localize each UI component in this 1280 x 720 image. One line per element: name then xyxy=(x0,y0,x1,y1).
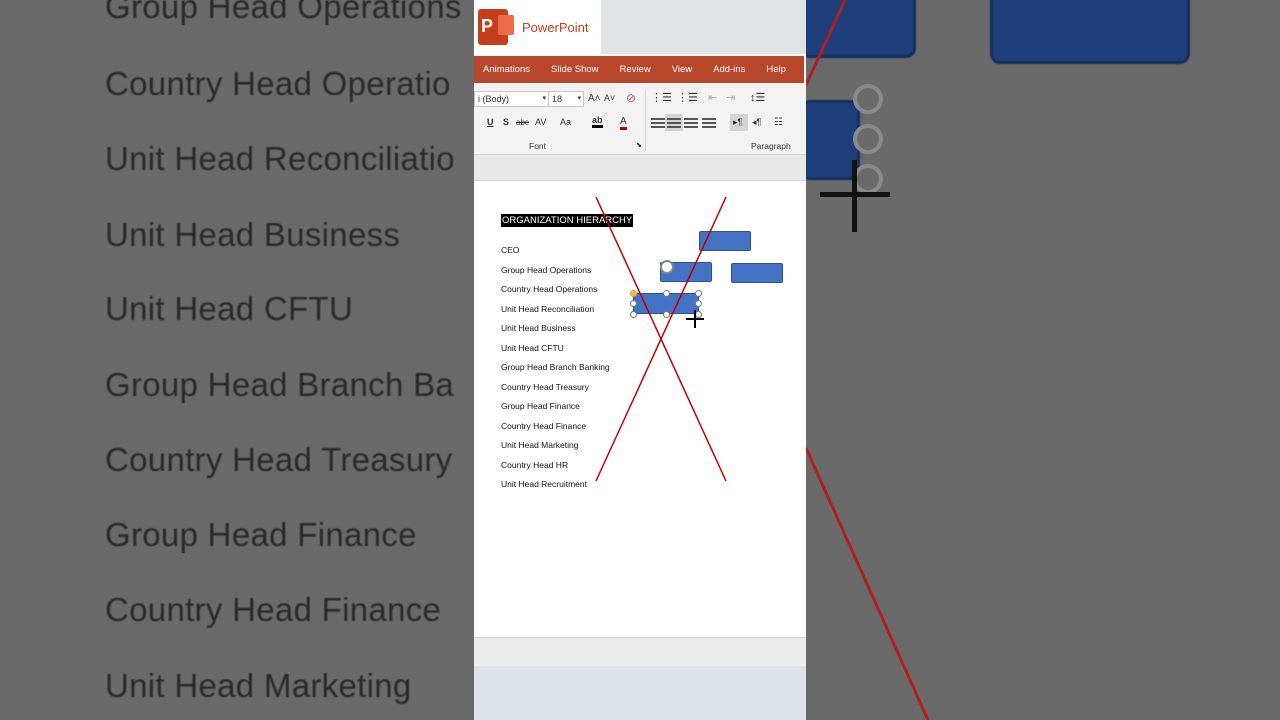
rtl-text-icon[interactable]: ◂¶ xyxy=(752,117,761,128)
slide-workspace xyxy=(474,155,806,180)
chevron-down-icon: ▾ xyxy=(577,95,581,102)
font-group-label: Font xyxy=(529,141,547,151)
font-name-value: i (Body) xyxy=(478,94,510,104)
app-name: PowerPoint xyxy=(522,19,589,35)
numbering-icon[interactable]: ⋮☰ xyxy=(677,91,698,104)
tab-animations[interactable]: Animations xyxy=(483,64,530,75)
font-size-value: 18 xyxy=(552,94,563,104)
ribbon: i (Body) ▾ 18 ▾ A˄ A˅ ⊘ U S abc AV Aa ab… xyxy=(474,83,806,155)
screen: Group Head Operations Country Head Opera… xyxy=(0,0,1280,720)
font-size-select[interactable]: 18 ▾ xyxy=(548,91,584,107)
paragraph-group-label: Paragraph xyxy=(751,141,791,151)
bg-text-line: Group Head Operations xyxy=(105,0,462,25)
bg-shape xyxy=(990,0,1190,64)
group-separator xyxy=(645,89,646,151)
char-spacing-button[interactable]: AV xyxy=(535,117,546,127)
logo-letter: P xyxy=(481,16,494,36)
bg-handle xyxy=(853,124,883,154)
tab-help[interactable]: Help xyxy=(766,64,786,75)
chevron-down-icon: ▾ xyxy=(542,95,546,102)
align-right-icon[interactable] xyxy=(684,118,698,128)
bg-cursor-crosshair xyxy=(852,160,857,232)
zoomed-background-right xyxy=(806,0,1280,720)
title-bar: P PowerPoint xyxy=(474,0,806,54)
bg-text-line: Group Head Finance xyxy=(105,516,417,553)
align-center-icon[interactable] xyxy=(667,118,681,128)
bg-text-line: Unit Head Marketing xyxy=(105,667,412,704)
bg-text-line: Unit Head Business xyxy=(105,216,401,253)
shrink-font-button[interactable]: A˅ xyxy=(604,93,615,103)
font-color-button[interactable]: A xyxy=(620,116,627,130)
align-left-icon[interactable] xyxy=(651,118,665,128)
zoomed-background-left: Group Head Operations Country Head Opera… xyxy=(0,0,474,720)
bg-text-line: Unit Head CFTU xyxy=(105,290,354,327)
line-spacing-icon[interactable]: ↕☰ xyxy=(750,91,765,104)
app-badge: P PowerPoint xyxy=(474,0,601,54)
columns-icon[interactable]: ☷ xyxy=(774,117,783,128)
ribbon-tabs: Animations Slide Show Review View Add-in… xyxy=(474,56,804,83)
font-name-select[interactable]: i (Body) ▾ xyxy=(474,91,549,107)
tab-view[interactable]: View xyxy=(672,64,692,75)
bg-text-line: Country Head Finance xyxy=(105,591,442,628)
bg-text-line: Country Head Treasury xyxy=(105,441,453,478)
bottom-panel xyxy=(474,666,806,720)
powerpoint-window: P PowerPoint Animations Slide Show Revie… xyxy=(474,0,806,720)
strikethrough-button[interactable]: abc xyxy=(516,118,529,127)
powerpoint-logo-icon: P xyxy=(478,9,514,45)
shadow-button[interactable]: S xyxy=(503,117,509,127)
justify-icon[interactable] xyxy=(702,118,716,128)
change-case-button[interactable]: Aa xyxy=(560,117,571,127)
dialog-launcher-icon[interactable]: ⬊ xyxy=(636,141,642,149)
bg-text-line: Unit Head Reconciliatio xyxy=(105,140,455,177)
bg-shape xyxy=(806,0,916,58)
underline-button[interactable]: U xyxy=(487,117,494,127)
tab-slide-show[interactable]: Slide Show xyxy=(551,64,599,75)
notes-bar xyxy=(474,638,806,666)
grow-font-button[interactable]: A˄ xyxy=(588,93,601,104)
red-x-mark xyxy=(595,196,727,482)
bg-text-line: Country Head Operatio xyxy=(105,65,451,102)
tab-review[interactable]: Review xyxy=(620,64,651,75)
increase-indent-icon[interactable]: ⇥ xyxy=(726,91,735,104)
slide-canvas[interactable]: ORGANIZATION HIERARCHY CEO Group Head Op… xyxy=(474,180,806,638)
clear-format-icon[interactable]: ⊘ xyxy=(626,91,636,105)
bg-text-line: Group Head Branch Ba xyxy=(105,366,455,403)
tab-add-ins[interactable]: Add-ins xyxy=(713,64,745,75)
bullets-icon[interactable]: ⋮☰ xyxy=(651,91,672,104)
highlight-color-button[interactable]: ab xyxy=(592,115,603,128)
decrease-indent-icon[interactable]: ⇤ xyxy=(708,91,717,104)
ltr-text-icon[interactable]: ▸¶ xyxy=(733,117,742,128)
bg-handle xyxy=(853,164,883,194)
bg-handle xyxy=(853,84,883,114)
